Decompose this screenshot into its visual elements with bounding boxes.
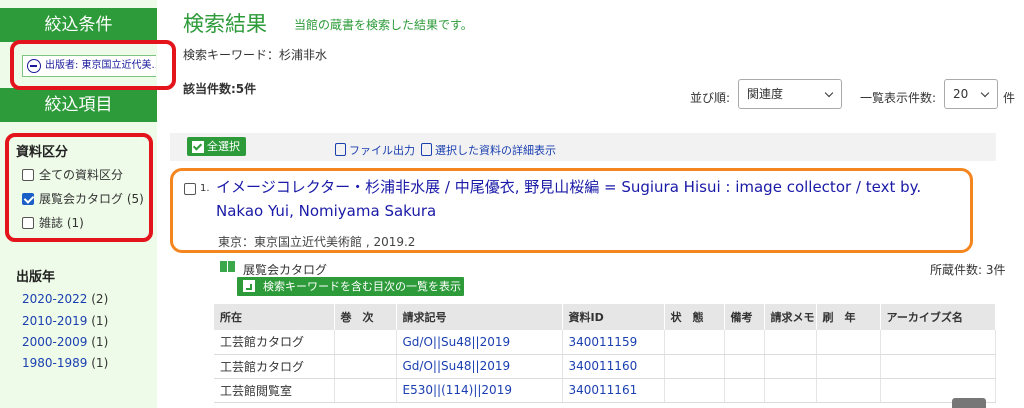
search-keyword: 検索キーワード：杉浦非水	[183, 48, 328, 62]
col-print-year: 刷 年	[816, 304, 881, 330]
highlight-box-material-type	[5, 133, 153, 242]
record-title-link[interactable]: イメージコレクター・杉浦非水展 / 中尾優衣, 野見山桜編 = Sugiura …	[216, 175, 968, 223]
edit-icon	[421, 143, 432, 156]
col-archive-name: アーカイブズ名	[880, 304, 996, 330]
pub-year-link[interactable]: 2020-2022	[22, 292, 87, 306]
col-note: 備考	[724, 304, 765, 330]
call-number-link[interactable]: Gd/O||Su48||2019	[403, 335, 511, 349]
sort-label: 並び順:	[690, 91, 731, 105]
pub-year-link[interactable]: 1980-1989	[22, 356, 87, 370]
highlight-box-filter	[10, 40, 176, 90]
file-icon	[335, 143, 346, 156]
filter-conditions-header: 絞込条件	[0, 8, 157, 42]
col-item-id: 資料ID	[562, 304, 665, 330]
pub-year-item: 2010-2019 (1)	[22, 314, 109, 328]
per-page-select[interactable]: 20	[944, 79, 998, 109]
item-id-link[interactable]: 340011161	[569, 383, 638, 397]
hit-count: 該当件数:5件	[183, 82, 257, 96]
page-subtitle: 当館の蔵書を検索した結果です。	[294, 18, 473, 32]
record-number: 1.	[200, 183, 210, 194]
pub-year-item: 2000-2009 (1)	[22, 335, 109, 349]
pub-year-item: 1980-1989 (1)	[22, 356, 109, 370]
item-id-link[interactable]: 340011159	[569, 335, 638, 349]
per-page-label: 一覧表示件数:	[860, 91, 937, 105]
pub-year-link[interactable]: 2010-2019	[22, 314, 87, 328]
call-number-link[interactable]: Gd/O||Su48||2019	[403, 359, 511, 373]
col-call-number: 請求記号	[396, 304, 563, 330]
pub-year-link[interactable]: 2000-2009	[22, 335, 87, 349]
record-checkbox[interactable]	[184, 183, 196, 195]
col-location: 所在	[214, 304, 335, 330]
record-type-label: 展覧会カタログ	[243, 263, 328, 277]
sort-select[interactable]: 関連度	[738, 79, 842, 109]
col-request-memo: 請求メモ	[764, 304, 817, 330]
result-toolbar: 全選択 ファイル出力 選択した資料の詳細表示	[170, 133, 996, 161]
col-volume: 巻 次	[334, 304, 397, 330]
pub-year-item: 2020-2022 (2)	[22, 292, 109, 306]
select-all-button[interactable]: 全選択	[187, 137, 246, 156]
file-output-link[interactable]: ファイル出力	[335, 142, 415, 158]
holdings-count: 所蔵件数: 3件	[930, 263, 1006, 277]
table-header-row: 所在 巻 次 請求記号 資料ID 状 態 備考 請求メモ 刷 年 アーカイブズ名	[214, 304, 996, 330]
book-icon	[220, 261, 236, 272]
detail-view-link[interactable]: 選択した資料の詳細表示	[421, 142, 556, 158]
holdings-table: 所在 巻 次 請求記号 資料ID 状 態 備考 請求メモ 刷 年 アーカイブズ名…	[214, 304, 996, 403]
record-publisher: 東京：東京国立近代美術館 , 2019.2	[218, 235, 416, 249]
pub-year-title: 出版年	[16, 270, 56, 285]
table-row: 工芸館カタログ Gd/O||Su48||2019 340011160	[214, 354, 996, 379]
refine-items-header: 絞込項目	[0, 88, 157, 122]
table-row: 工芸館閲覧室 E530||(114)||2019 340011161	[214, 378, 996, 403]
per-page-unit: 件	[1003, 91, 1016, 105]
table-row: 工芸館カタログ Gd/O||Su48||2019 340011159	[214, 330, 996, 355]
page-title: 検索結果	[183, 12, 267, 36]
call-number-link[interactable]: E530||(114)||2019	[403, 383, 512, 397]
col-status: 状 態	[664, 304, 725, 330]
scroll-to-top-tab[interactable]	[952, 398, 986, 408]
item-id-link[interactable]: 340011160	[569, 359, 638, 373]
toc-list-button[interactable]: 検索キーワードを含む目次の一覧を表示	[237, 277, 464, 296]
